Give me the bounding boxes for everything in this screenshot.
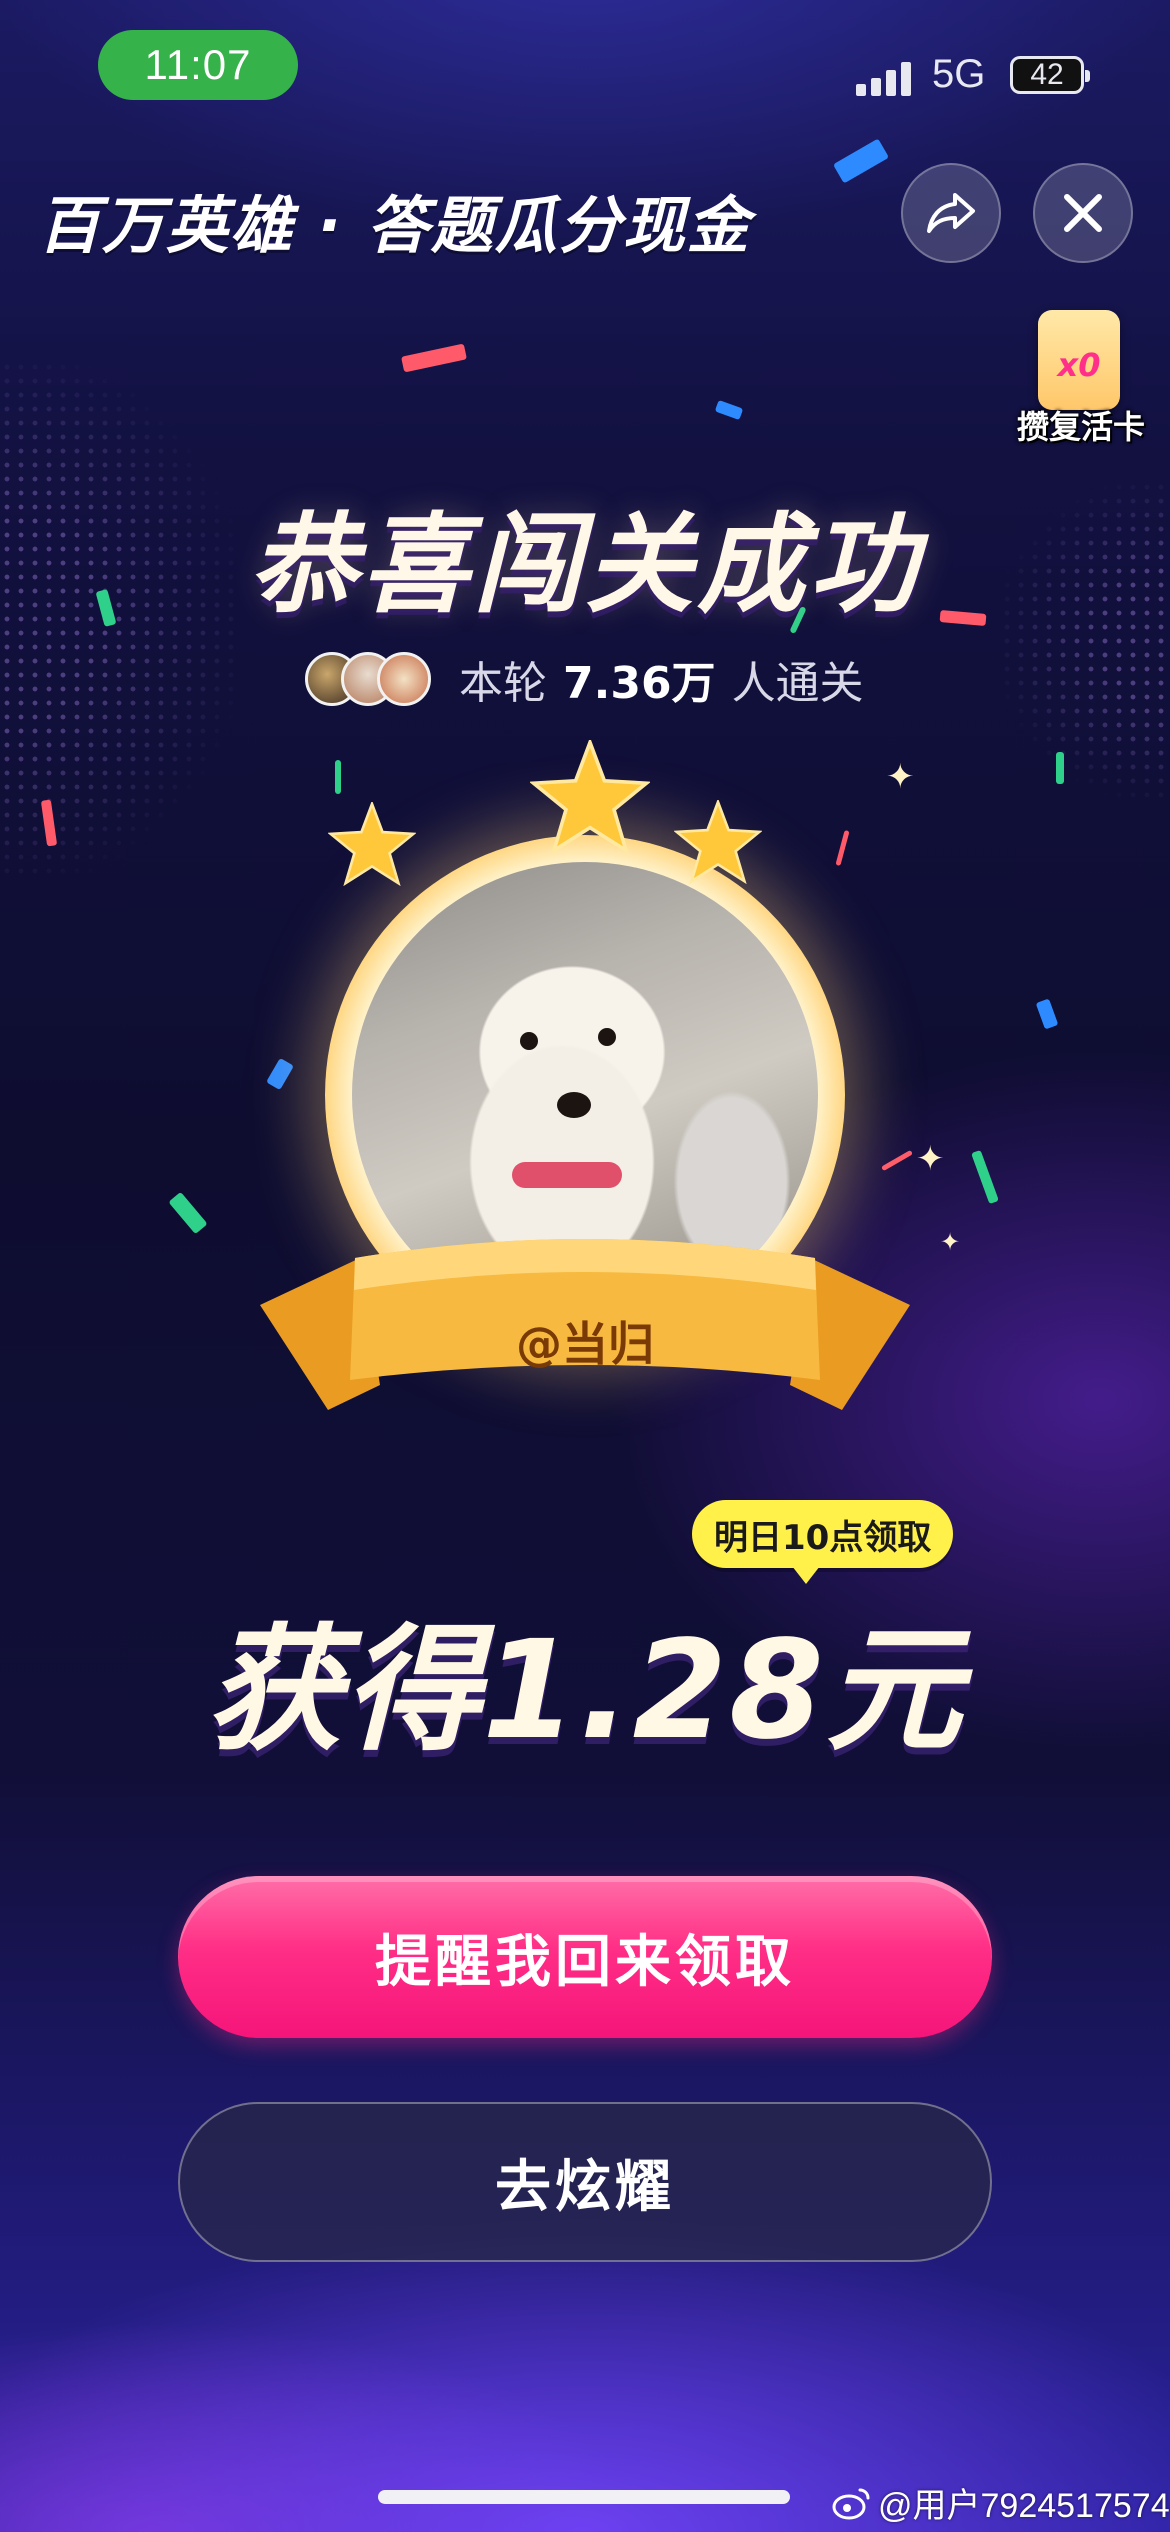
star-icon: [530, 740, 650, 854]
battery-icon: 42: [1010, 56, 1090, 94]
reward-amount: 获得1.28元: [206, 1612, 964, 1770]
show-off-button[interactable]: 去炫耀: [178, 2102, 992, 2262]
dog-collar: [512, 1162, 622, 1188]
user-badge: @当归: [260, 740, 910, 1460]
signal-icon: [856, 58, 911, 96]
weibo-icon: [832, 2488, 870, 2519]
remind-me-button[interactable]: 提醒我回来领取: [178, 1876, 992, 2038]
star-icon: [674, 800, 762, 884]
weibo-username: @用户7924517574: [878, 2487, 1170, 2525]
claim-time-tip: 明日10点领取: [692, 1500, 954, 1584]
network-type: 5G: [932, 52, 986, 96]
stat-value: 7.36万: [563, 658, 716, 709]
status-time: 11:07: [98, 30, 298, 100]
sparkle: ✦: [940, 1228, 961, 1256]
badge-username: @当归: [516, 1317, 654, 1371]
pass-stat: 本轮 7.36万 人通关: [305, 648, 864, 710]
app-title: 百万英雄 · 答题瓜分现金: [38, 189, 751, 262]
home-indicator[interactable]: [378, 2490, 790, 2504]
stat-prefix: 本轮: [459, 658, 547, 709]
star-icon: [328, 802, 416, 886]
confetti: [1056, 752, 1064, 784]
dog-eye: [520, 1032, 538, 1050]
revive-card-count: x0: [1057, 346, 1101, 384]
stat-suffix: 人通关: [731, 658, 864, 709]
revive-card-widget[interactable]: x0 攒复活卡: [1006, 310, 1156, 450]
weibo-watermark: @用户7924517574: [832, 2478, 1170, 2527]
avatar: [377, 652, 431, 706]
sparkle: ✦: [916, 1139, 945, 1179]
close-icon: [1064, 194, 1102, 232]
share-button[interactable]: [901, 163, 1001, 263]
revive-card-icon: x0: [1038, 310, 1120, 410]
revive-card-label: 攒复活卡: [1016, 408, 1145, 446]
close-button[interactable]: [1033, 163, 1133, 263]
avatar-stack: [305, 652, 431, 706]
dog-eye: [598, 1028, 616, 1046]
success-title: 恭喜闯关成功: [248, 503, 921, 628]
share-arrow-icon: [927, 193, 975, 233]
dog-nose: [557, 1092, 591, 1118]
